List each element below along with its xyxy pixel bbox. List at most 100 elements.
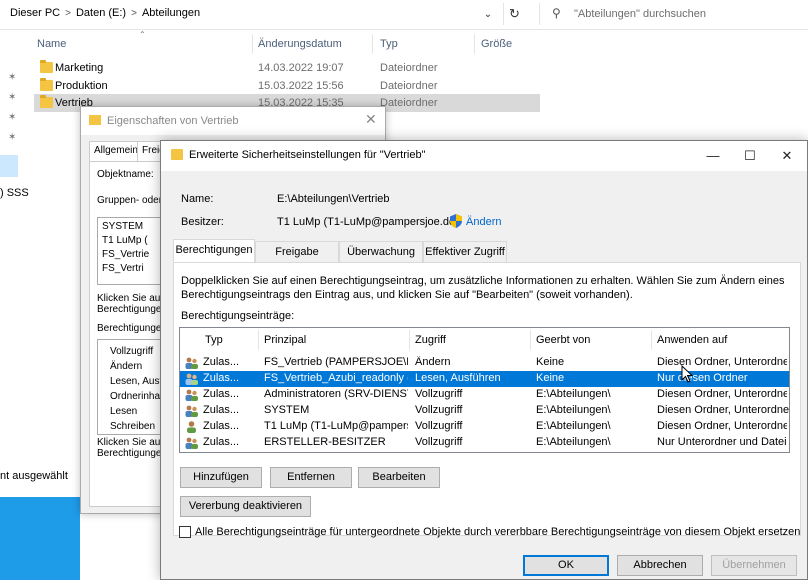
column-divider[interactable] bbox=[252, 34, 253, 54]
hint-text: Klicken Sie auf bbox=[97, 293, 164, 304]
table-row[interactable]: Zulas... SYSTEM Vollzugriff E:\Abteilung… bbox=[180, 403, 789, 419]
breadcrumb[interactable]: Dieser PC > Daten (E:) > Abteilungen bbox=[10, 7, 200, 19]
list-item[interactable]: SYSTEM bbox=[102, 221, 143, 232]
cell-anwenden-auf: Nur diesen Ordner bbox=[657, 372, 748, 384]
maximize-icon[interactable]: ☐ bbox=[732, 145, 768, 167]
info-text: Berechtigungseintrags den Eintrag aus, u… bbox=[181, 289, 633, 301]
refresh-icon[interactable]: ↻ bbox=[503, 3, 525, 25]
cell-typ: Zulas... bbox=[203, 420, 240, 432]
pin-icon[interactable]: ✶ bbox=[8, 112, 16, 123]
groups-list[interactable]: SYSTEM T1 LuMp ( FS_Vertrie FS_Vertri bbox=[97, 217, 167, 285]
cell-typ: Zulas... bbox=[203, 356, 240, 368]
column-header-date[interactable]: Änderungsdatum bbox=[258, 38, 342, 50]
permissions-label: Berechtigungen bbox=[97, 323, 168, 334]
file-row[interactable]: Produktion 15.03.2022 15:56 Dateiordner bbox=[34, 77, 540, 95]
replace-checkbox-label[interactable]: Alle Berechtigungseinträge für untergeor… bbox=[195, 526, 800, 538]
column-header-type[interactable]: Typ bbox=[380, 38, 398, 50]
cancel-button[interactable]: Abbrechen bbox=[617, 555, 703, 576]
column-header-name[interactable]: Name bbox=[37, 38, 66, 50]
add-button[interactable]: Hinzufügen bbox=[180, 467, 262, 488]
column-header-typ[interactable]: Typ bbox=[205, 334, 223, 346]
column-divider[interactable] bbox=[530, 330, 531, 350]
column-header-geerbt-von[interactable]: Geerbt von bbox=[536, 334, 590, 346]
column-header-size[interactable]: Größe bbox=[481, 38, 512, 50]
file-type: Dateiordner bbox=[380, 80, 438, 92]
tab-freigabe[interactable]: Freigabe bbox=[255, 241, 339, 263]
column-header-zugriff[interactable]: Zugriff bbox=[415, 334, 446, 346]
remove-button[interactable]: Entfernen bbox=[270, 467, 352, 488]
breadcrumb-item[interactable]: Dieser PC bbox=[10, 7, 60, 19]
cell-geerbt-von: Keine bbox=[536, 356, 565, 368]
permission-item: Lesen bbox=[110, 406, 138, 417]
group-icon bbox=[185, 373, 198, 385]
list-item[interactable]: FS_Vertri bbox=[102, 263, 144, 274]
close-icon[interactable]: ✕ bbox=[365, 111, 377, 128]
cell-geerbt-von: Keine bbox=[536, 372, 565, 384]
name-label: Name: bbox=[181, 193, 214, 205]
table-row-selected[interactable]: Zulas... FS_Vertrieb_Azubi_readonly (P..… bbox=[180, 371, 789, 387]
table-row[interactable]: Zulas... ERSTELLER-BESITZER Vollzugriff … bbox=[180, 435, 789, 451]
column-header-prinzipal[interactable]: Prinzipal bbox=[264, 334, 306, 346]
tab-effektiver-zugriff[interactable]: Effektiver Zugriff bbox=[423, 241, 507, 263]
breadcrumb-item[interactable]: Daten (E:) bbox=[76, 7, 126, 19]
column-divider[interactable] bbox=[651, 330, 652, 350]
permission-item: Ändern bbox=[110, 361, 143, 372]
address-bar[interactable]: Dieser PC > Daten (E:) > Abteilungen ⌄ ↻ ⚲ "… bbox=[0, 0, 808, 30]
change-owner-link[interactable]: Ändern bbox=[466, 216, 501, 228]
pin-icon[interactable]: ✶ bbox=[8, 72, 16, 83]
search-icon: ⚲ bbox=[552, 6, 561, 20]
search-placeholder: "Abteilungen" durchsuchen bbox=[574, 8, 706, 20]
tab-allgemein[interactable]: Allgemein bbox=[89, 141, 143, 161]
sort-arrow-icon: ⌃ bbox=[139, 30, 146, 39]
folder-icon bbox=[40, 95, 53, 108]
group-icon bbox=[185, 389, 198, 401]
column-divider[interactable] bbox=[409, 330, 410, 350]
tab-ueberwachung[interactable]: Überwachung bbox=[339, 241, 423, 263]
title-bar[interactable]: Eigenschaften von Vertrieb ✕ bbox=[81, 107, 385, 135]
column-divider[interactable] bbox=[474, 34, 475, 54]
permission-item: Vollzugriff bbox=[110, 346, 154, 357]
tab-berechtigungen[interactable]: Berechtigungen bbox=[173, 239, 255, 263]
cell-typ: Zulas... bbox=[203, 404, 240, 416]
advanced-security-dialog: Erweiterte Sicherheitseinstellungen für … bbox=[160, 140, 808, 580]
replace-checkbox[interactable] bbox=[179, 526, 191, 538]
cell-zugriff: Ändern bbox=[415, 356, 451, 368]
permission-entries-table[interactable]: Typ Prinzipal Zugriff Geerbt von Anwende… bbox=[179, 327, 790, 453]
cell-prinzipal: FS_Vertrieb (PAMPERSJOE\FS_... bbox=[264, 356, 408, 368]
file-name: Marketing bbox=[55, 62, 104, 74]
pin-icon[interactable]: ✶ bbox=[8, 92, 16, 103]
title-bar[interactable]: Erweiterte Sicherheitseinstellungen für … bbox=[161, 141, 807, 171]
column-header-anwenden-auf[interactable]: Anwenden auf bbox=[657, 334, 727, 346]
apply-button[interactable]: Übernehmen bbox=[711, 555, 797, 576]
chevron-down-icon[interactable]: ⌄ bbox=[478, 6, 498, 24]
table-row[interactable]: Zulas... T1 LuMp (T1-LuMp@pampers... Vol… bbox=[180, 419, 789, 435]
nav-item-label[interactable]: ) SSS bbox=[0, 187, 29, 199]
breadcrumb-item[interactable]: Abteilungen bbox=[142, 7, 200, 19]
column-divider[interactable] bbox=[258, 330, 259, 350]
file-row[interactable]: Marketing 14.03.2022 19:07 Dateiordner bbox=[34, 59, 540, 77]
cell-typ: Zulas... bbox=[203, 436, 240, 448]
search-input[interactable]: ⚲ "Abteilungen" durchsuchen bbox=[539, 3, 808, 25]
pin-icon[interactable]: ✶ bbox=[8, 132, 16, 143]
minimize-icon[interactable]: — bbox=[695, 145, 731, 167]
objectname-label: Objektname: bbox=[97, 169, 154, 180]
nav-item-selected[interactable] bbox=[0, 155, 18, 177]
list-item[interactable]: FS_Vertrie bbox=[102, 249, 149, 260]
ok-button[interactable]: OK bbox=[523, 555, 609, 576]
cell-zugriff: Vollzugriff bbox=[415, 436, 463, 448]
edit-button[interactable]: Bearbeiten bbox=[358, 467, 440, 488]
cell-zugriff: Vollzugriff bbox=[415, 388, 463, 400]
cell-geerbt-von: E:\Abteilungen\ bbox=[536, 404, 611, 416]
table-row[interactable]: Zulas... FS_Vertrieb (PAMPERSJOE\FS_... … bbox=[180, 355, 789, 371]
folder-icon bbox=[171, 149, 183, 160]
permission-item: Schreiben bbox=[110, 421, 156, 432]
disable-inheritance-button[interactable]: Vererbung deaktivieren bbox=[180, 496, 311, 517]
table-row[interactable]: Zulas... Administratoren (SRV-DIENST... … bbox=[180, 387, 789, 403]
cell-typ: Zulas... bbox=[203, 372, 240, 384]
close-icon[interactable]: ✕ bbox=[769, 145, 805, 167]
desktop-background bbox=[0, 497, 80, 580]
group-icon bbox=[185, 357, 198, 369]
cell-zugriff: Lesen, Ausführen bbox=[415, 372, 501, 384]
list-item[interactable]: T1 LuMp ( bbox=[102, 235, 148, 246]
column-divider[interactable] bbox=[372, 34, 373, 54]
